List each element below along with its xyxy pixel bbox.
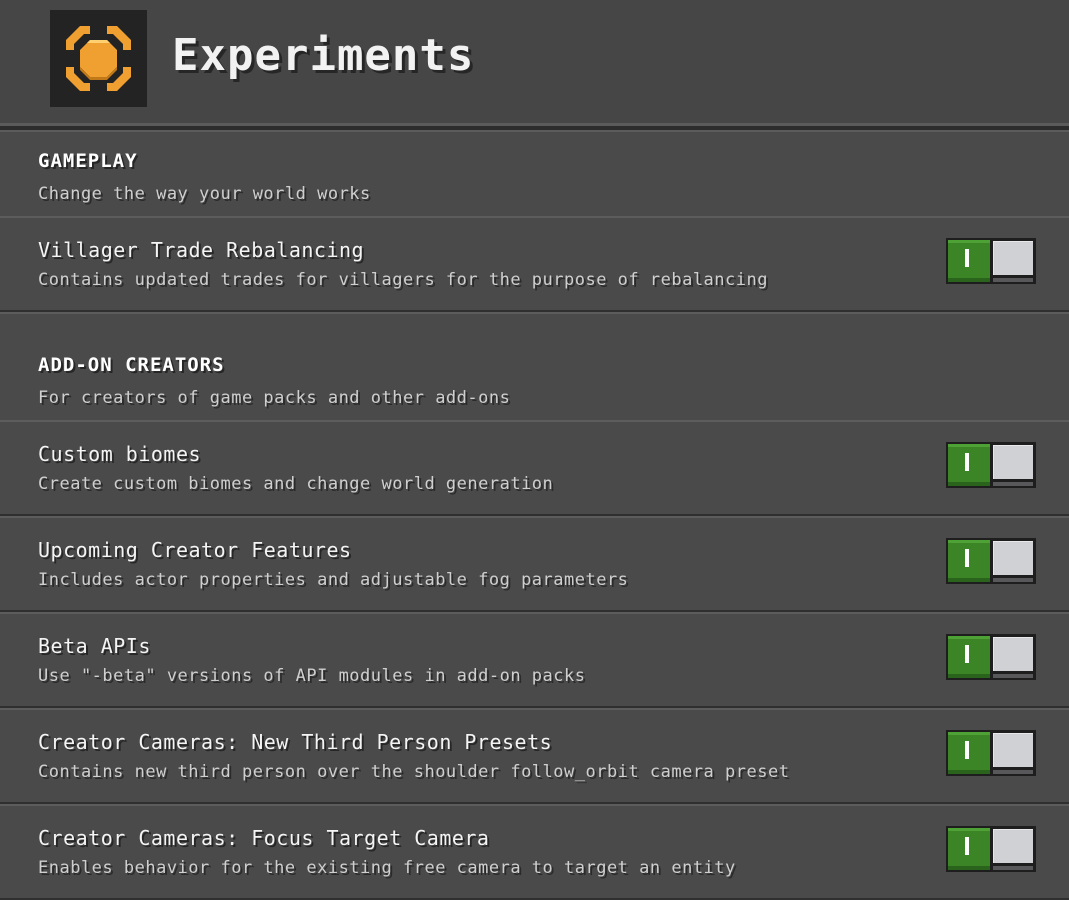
- experiment-row[interactable]: Creator Cameras: New Third Person Preset…: [0, 708, 1069, 804]
- section-header-add-on-creators: ADD-ON CREATORS For creators of game pac…: [0, 312, 1069, 420]
- section-description: For creators of game packs and other add…: [38, 388, 511, 408]
- toggle-on-fill: [948, 732, 990, 774]
- toggle-knob[interactable]: [990, 730, 1036, 770]
- third-person-presets-toggle[interactable]: [946, 730, 1036, 776]
- toggle-on-fill: [948, 240, 990, 282]
- experiment-title: Upcoming Creator Features: [38, 538, 352, 562]
- experiment-description: Enables behavior for the existing free c…: [38, 858, 736, 878]
- toggle-knob-base: [990, 770, 1036, 776]
- villager-trade-rebalancing-toggle[interactable]: [946, 238, 1036, 284]
- toggle-knob-base: [990, 578, 1036, 584]
- toggle-on-mark-icon: [965, 549, 969, 567]
- experiment-description: Contains updated trades for villagers fo…: [38, 270, 768, 290]
- experiment-title: Creator Cameras: Focus Target Camera: [38, 826, 490, 850]
- toggle-knob[interactable]: [990, 238, 1036, 278]
- toggle-on-mark-icon: [965, 837, 969, 855]
- upcoming-creator-features-toggle[interactable]: [946, 538, 1036, 584]
- section-header-gameplay: GAMEPLAY Change the way your world works: [0, 130, 1069, 216]
- toggle-knob-base: [990, 278, 1036, 284]
- experiments-screen: Experiments GAMEPLAY Change the way your…: [0, 0, 1069, 900]
- experiments-panel: GAMEPLAY Change the way your world works…: [0, 130, 1069, 900]
- experiment-description: Contains new third person over the shoul…: [38, 762, 790, 782]
- custom-biomes-toggle[interactable]: [946, 442, 1036, 488]
- experiment-title: Creator Cameras: New Third Person Preset…: [38, 730, 553, 754]
- toggle-knob[interactable]: [990, 442, 1036, 482]
- experiment-row[interactable]: Villager Trade Rebalancing Contains upda…: [0, 216, 1069, 312]
- experiment-row[interactable]: Upcoming Creator Features Includes actor…: [0, 516, 1069, 612]
- toggle-on-fill: [948, 636, 990, 678]
- experiment-description: Use "-beta" versions of API modules in a…: [38, 666, 586, 686]
- toggle-knob-base: [990, 674, 1036, 680]
- toggle-knob-base: [990, 482, 1036, 488]
- toggle-on-mark-icon: [965, 249, 969, 267]
- header: Experiments: [0, 0, 1069, 126]
- toggle-knob[interactable]: [990, 634, 1036, 674]
- experiment-description: Create custom biomes and change world ge…: [38, 474, 554, 494]
- beta-apis-toggle[interactable]: [946, 634, 1036, 680]
- experiment-title: Villager Trade Rebalancing: [38, 238, 365, 262]
- experiment-title: Custom biomes: [38, 442, 202, 466]
- experiments-icon: [50, 10, 147, 107]
- section-description: Change the way your world works: [38, 184, 371, 204]
- toggle-on-fill: [948, 444, 990, 486]
- toggle-knob[interactable]: [990, 826, 1036, 866]
- toggle-on-mark-icon: [965, 453, 969, 471]
- toggle-on-fill: [948, 540, 990, 582]
- toggle-knob[interactable]: [990, 538, 1036, 578]
- experiment-description: Includes actor properties and adjustable…: [38, 570, 629, 590]
- experiment-title: Beta APIs: [38, 634, 151, 658]
- section-title: GAMEPLAY: [38, 150, 138, 172]
- experiment-row[interactable]: Creator Cameras: Focus Target Camera Ena…: [0, 804, 1069, 900]
- toggle-on-mark-icon: [965, 645, 969, 663]
- experiment-row[interactable]: Custom biomes Create custom biomes and c…: [0, 420, 1069, 516]
- toggle-on-mark-icon: [965, 741, 969, 759]
- experiment-row[interactable]: Beta APIs Use "-beta" versions of API mo…: [0, 612, 1069, 708]
- section-title: ADD-ON CREATORS: [38, 354, 225, 376]
- page-title: Experiments: [172, 30, 475, 81]
- toggle-knob-base: [990, 866, 1036, 872]
- toggle-on-fill: [948, 828, 990, 870]
- focus-target-camera-toggle[interactable]: [946, 826, 1036, 872]
